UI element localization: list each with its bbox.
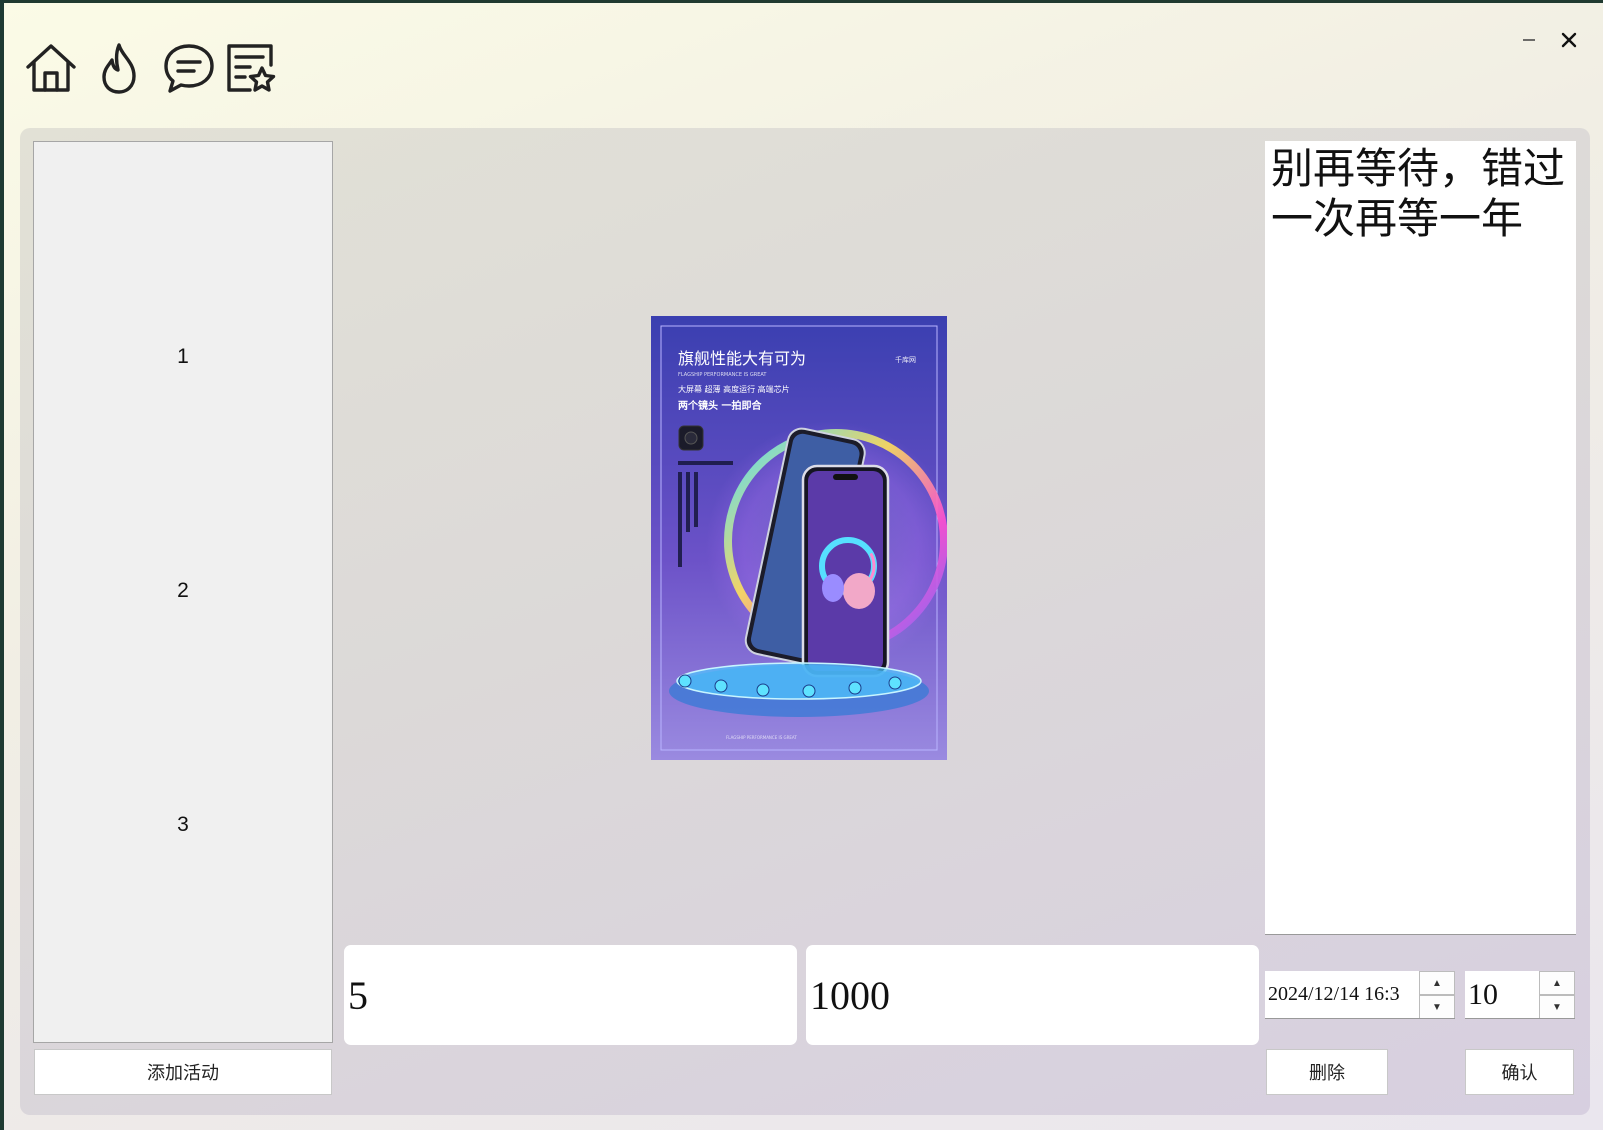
poster-title: 旗舰性能大有可为 [678,349,806,368]
add-activity-button[interactable]: 添加活动 [34,1049,332,1095]
list-item[interactable]: 3 [34,813,332,837]
poster-logo: 千库网 [895,355,916,364]
window-left-edge [0,0,4,1130]
datetime-down-arrow-icon[interactable]: ▼ [1419,995,1455,1018]
list-item[interactable]: 2 [34,579,332,603]
quantity-spin-arrows: ▲ ▼ [1539,971,1575,1018]
datetime-spinbox[interactable]: 2024/12/14 16:3 ▲ ▼ [1265,971,1455,1019]
list-item[interactable]: 1 [34,345,332,369]
datetime-spin-arrows: ▲ ▼ [1419,971,1455,1018]
delete-button[interactable]: 删除 [1266,1049,1388,1095]
first-input-field[interactable]: 5 [344,945,797,1045]
chat-icon[interactable] [161,40,217,96]
datetime-up-arrow-icon[interactable]: ▲ [1419,971,1455,995]
minimize-icon[interactable] [1515,26,1543,54]
quantity-spinbox[interactable]: 10 ▲ ▼ [1465,971,1575,1019]
flame-icon[interactable] [92,40,148,96]
confirm-button[interactable]: 确认 [1465,1049,1574,1095]
poster-subtitle: FLAGSHIP PERFORMANCE IS GREAT [678,372,767,378]
favorites-list-icon[interactable] [223,40,279,96]
datetime-value: 2024/12/14 16:3 [1268,983,1400,1005]
home-icon[interactable] [23,40,79,96]
svg-text:旗舰性能大有可为: 旗舰性能大有可为 [678,349,806,368]
description-textarea[interactable]: 别再等待，错过一次再等一年 [1265,141,1576,935]
quantity-down-arrow-icon[interactable]: ▼ [1539,995,1575,1018]
activity-list[interactable]: 1 2 3 [33,141,333,1043]
quantity-value: 10 [1468,977,1498,1011]
window-top-edge [0,0,1603,3]
close-icon[interactable] [1555,26,1583,54]
poster-features: 大屏幕 超薄 高度运行 高端芯片 [678,384,790,394]
second-input-field[interactable]: 1000 [806,945,1259,1045]
quantity-up-arrow-icon[interactable]: ▲ [1539,971,1575,995]
activity-poster-image: 旗舰性能大有可为 FLAGSHIP PERFORMANCE IS GREAT 千… [651,316,947,760]
poster-footer-text: FLAGSHIP PERFORMANCE IS GREAT [726,735,797,740]
poster-tagline: 两个镜头 一拍即合 [678,399,762,412]
